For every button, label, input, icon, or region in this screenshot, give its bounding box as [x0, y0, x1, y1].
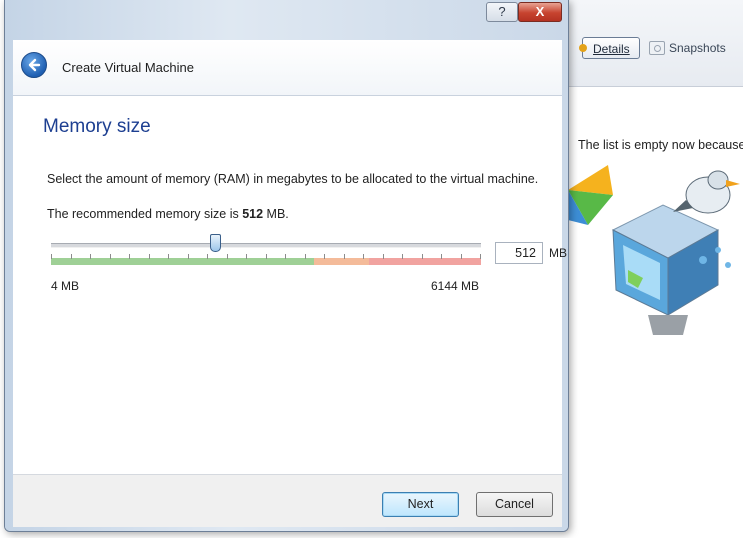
snapshots-label: Snapshots: [669, 41, 726, 55]
memory-unit-label: MB: [549, 246, 567, 260]
wizard-title: Create Virtual Machine: [62, 60, 194, 75]
slider-tick: [324, 254, 325, 259]
help-button[interactable]: ?: [486, 2, 518, 22]
camera-icon: [649, 41, 665, 55]
slider-tick: [422, 254, 423, 259]
slider-tick: [441, 254, 442, 259]
slider-track[interactable]: [51, 243, 481, 248]
slider-ticks: [51, 254, 481, 260]
slider-tick: [90, 254, 91, 259]
slider-tick: [266, 254, 267, 259]
cancel-button[interactable]: Cancel: [476, 492, 553, 517]
slider-tick: [129, 254, 130, 259]
recommend-prefix: The recommended memory size is: [47, 207, 243, 221]
recommend-suffix: MB.: [263, 207, 289, 221]
slider-tick: [461, 254, 462, 259]
memory-slider[interactable]: [51, 232, 481, 270]
arrow-left-icon: [28, 58, 41, 72]
wizard-header: Create Virtual Machine: [13, 40, 562, 96]
slider-tick: [383, 254, 384, 259]
close-button[interactable]: X: [518, 2, 562, 22]
slider-tick: [110, 254, 111, 259]
slider-tick: [305, 254, 306, 259]
slider-tick: [246, 254, 247, 259]
snapshots-button[interactable]: Snapshots: [647, 37, 737, 59]
wizard-footer: Next Cancel: [13, 474, 562, 527]
page-title: Memory size: [43, 116, 151, 137]
details-button[interactable]: Details: [579, 37, 640, 59]
slider-tick: [344, 254, 345, 259]
slider-tick: [285, 254, 286, 259]
slider-tick: [207, 254, 208, 259]
details-icon: [579, 44, 587, 52]
recommended-memory-text: The recommended memory size is 512 MB.: [47, 207, 289, 221]
dialog-titlebar[interactable]: ? X: [5, 0, 568, 40]
back-button[interactable]: [21, 52, 47, 78]
slider-tick: [51, 254, 52, 259]
slider-tick: [480, 254, 481, 259]
next-button[interactable]: Next: [382, 492, 459, 517]
wizard-page: Memory size Select the amount of memory …: [13, 96, 567, 474]
slider-max-label: 6144 MB: [431, 279, 480, 293]
memory-description: Select the amount of memory (RAM) in meg…: [47, 172, 539, 186]
manager-toolbar: Details Snapshots: [565, 0, 743, 87]
slider-tick: [168, 254, 169, 259]
slider-tick: [227, 254, 228, 259]
slider-tick: [71, 254, 72, 259]
slider-tick: [402, 254, 403, 259]
slider-thumb[interactable]: [210, 234, 221, 252]
slider-tick: [363, 254, 364, 259]
recommend-value: 512: [242, 207, 264, 221]
memory-size-input[interactable]: 512: [495, 242, 543, 264]
slider-min-label: 4 MB: [51, 279, 80, 293]
next-button-label: Next: [407, 497, 434, 511]
details-label: Details: [593, 42, 630, 56]
cancel-button-label: Cancel: [495, 497, 534, 511]
slider-tick: [188, 254, 189, 259]
create-vm-dialog: ? X Create Virtual Machine Memory size S…: [4, 0, 569, 532]
slider-tick: [149, 254, 150, 259]
virtualbox-welcome-illustration: [568, 165, 740, 335]
